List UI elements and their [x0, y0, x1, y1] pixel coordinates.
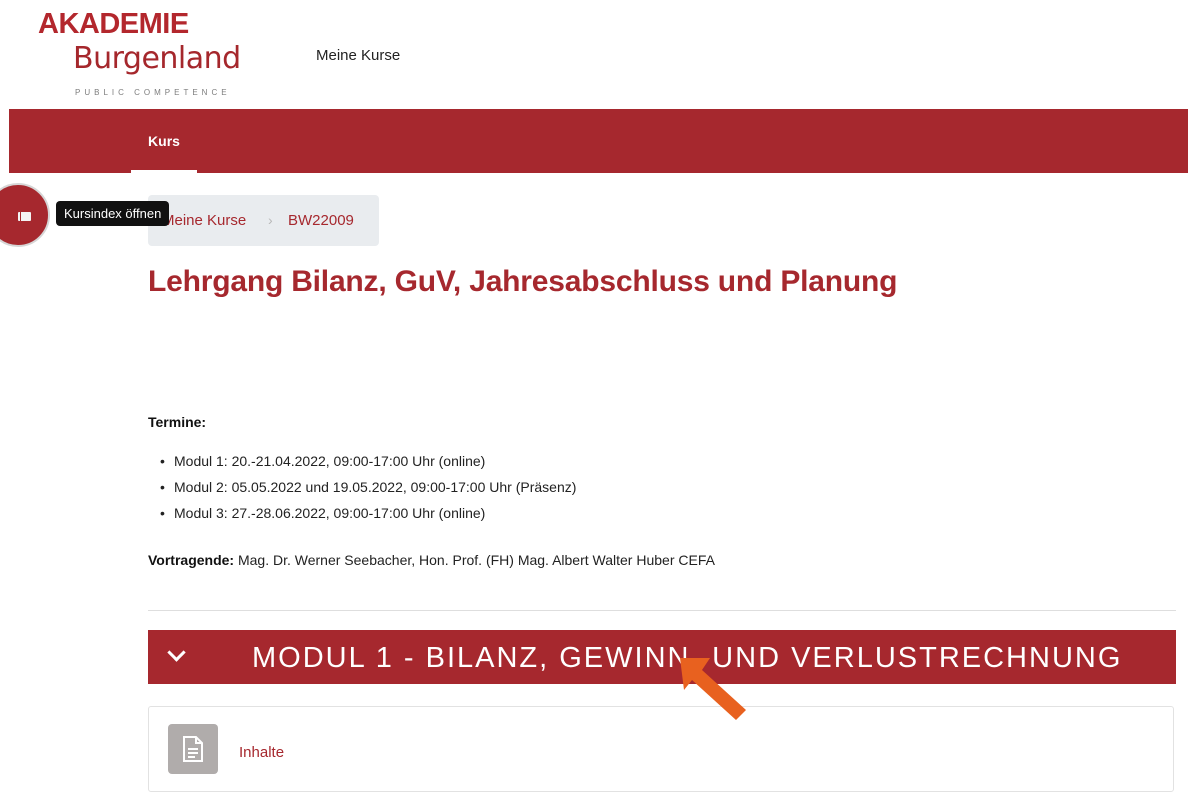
speakers-label: Vortragende: [148, 552, 235, 568]
breadcrumb-course[interactable]: BW22009 [288, 212, 354, 229]
tab-course[interactable]: Kurs [131, 109, 197, 173]
divider [148, 610, 1176, 611]
list-item: Modul 1: 20.-21.04.2022, 09:00-17:00 Uhr… [160, 450, 576, 476]
speakers: Vortragende: Mag. Dr. Werner Seebacher, … [148, 552, 715, 568]
file-icon [168, 724, 218, 774]
nav-my-courses[interactable]: Meine Kurse [316, 47, 400, 64]
logo-line-akademie: AKADEMIE [38, 8, 189, 40]
section-header-modul-1[interactable]: MODUL 1 - BILANZ, GEWINN- UND VERLUSTREC… [148, 630, 1176, 684]
annotation-arrow-icon [680, 658, 746, 720]
chevron-down-icon[interactable] [167, 643, 186, 662]
breadcrumb-my-courses[interactable]: Meine Kurse [162, 212, 246, 229]
brand-logo[interactable]: AKADEMIE Burgenland PUBLIC COMPETENCE [38, 8, 268, 100]
list-item: Modul 3: 27.-28.06.2022, 09:00-17:00 Uhr… [160, 502, 576, 528]
secondary-navigation: Kurs [9, 109, 1188, 173]
dates-heading: Termine: [148, 414, 207, 430]
list-item: Modul 2: 05.05.2022 und 19.05.2022, 09:0… [160, 476, 576, 502]
page-title: Lehrgang Bilanz, GuV, Jahresabschluss un… [148, 265, 898, 298]
course-index-tooltip: Kursindex öffnen [56, 201, 170, 226]
breadcrumb-separator: › [268, 212, 273, 228]
activity-item: Inhalte [148, 706, 1174, 792]
logo-line-burgenland: Burgenland [73, 41, 241, 76]
speakers-names: Mag. Dr. Werner Seebacher, Hon. Prof. (F… [234, 552, 715, 568]
logo-tagline: PUBLIC COMPETENCE [75, 88, 231, 97]
course-index-icon [18, 212, 31, 221]
activity-link[interactable]: Inhalte [239, 744, 284, 761]
breadcrumb: Meine Kurse › BW22009 [148, 195, 379, 246]
dates-list: Modul 1: 20.-21.04.2022, 09:00-17:00 Uhr… [160, 450, 576, 528]
course-index-toggle-button[interactable] [0, 183, 50, 247]
